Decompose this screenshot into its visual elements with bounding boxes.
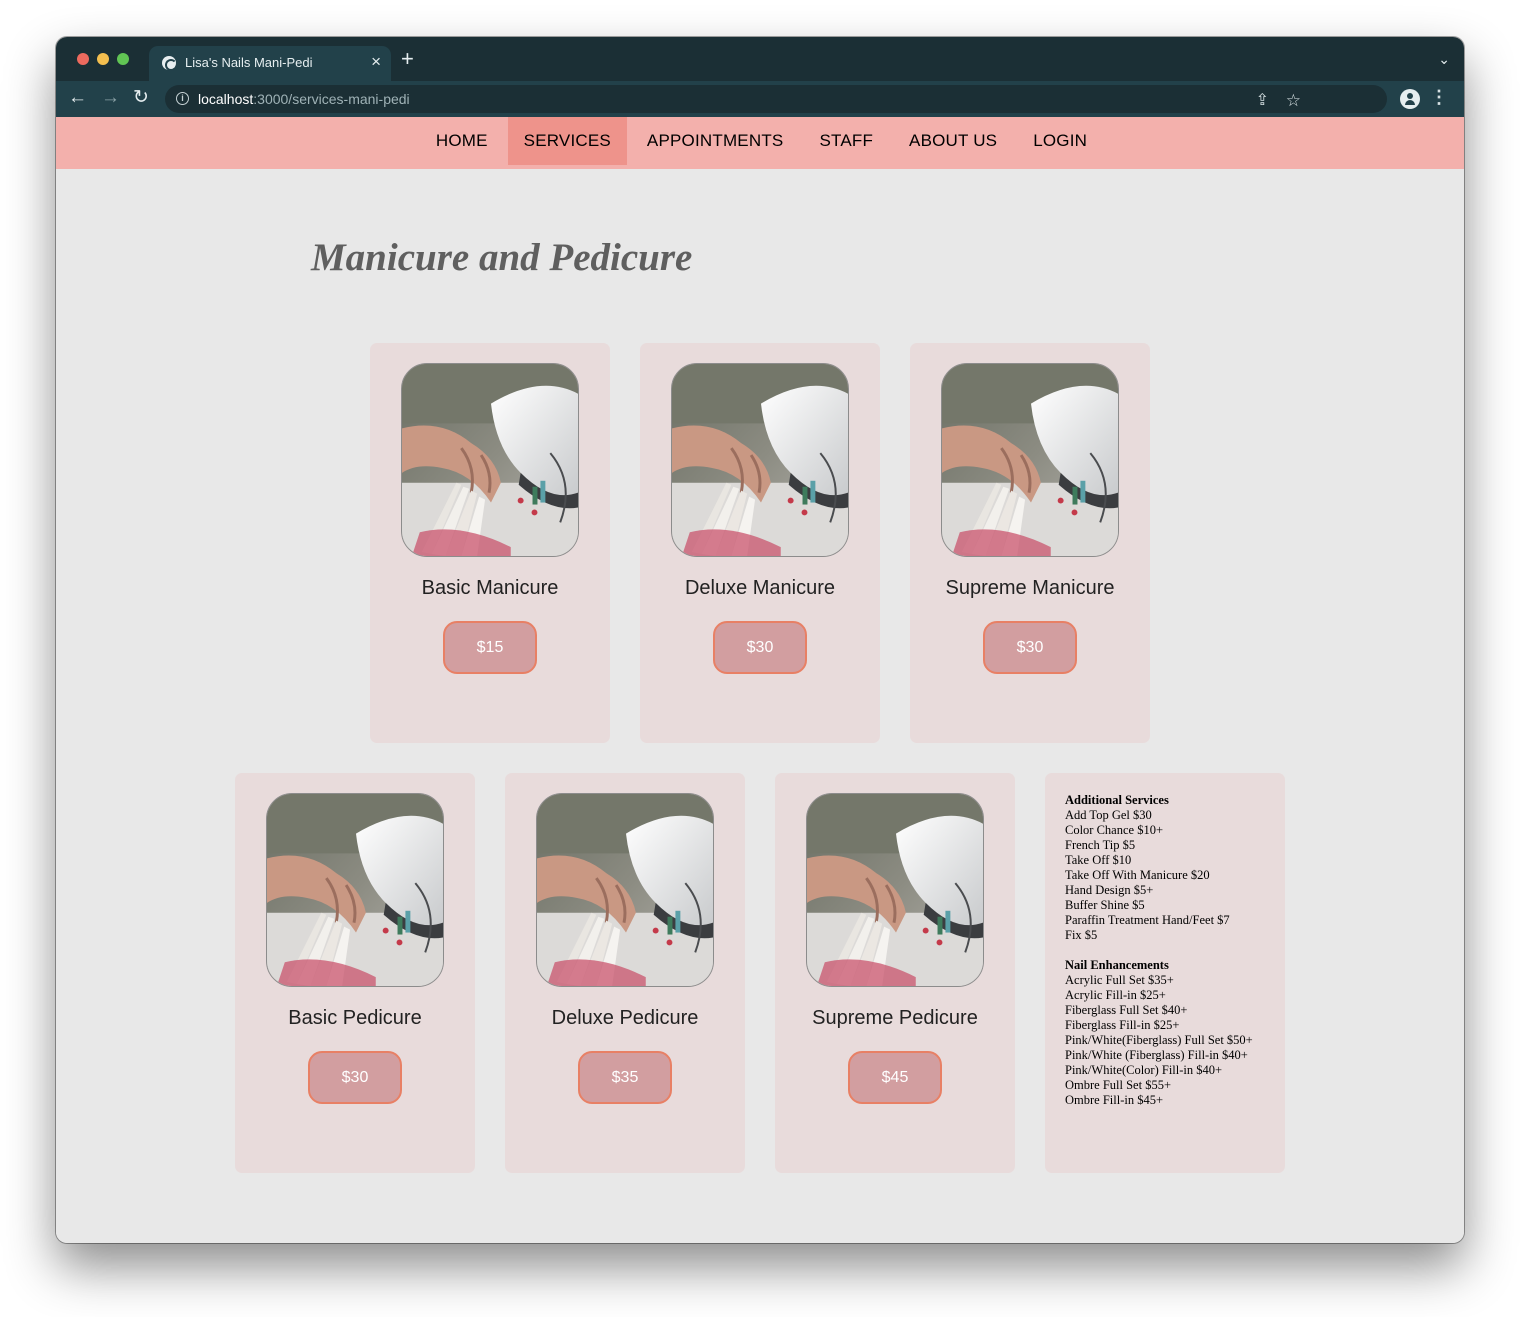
service-photo [401, 363, 579, 557]
nav-staff[interactable]: STAFF [803, 117, 889, 165]
maximize-window-button[interactable] [117, 53, 129, 65]
service-photo [806, 793, 984, 987]
price-button[interactable]: $30 [983, 621, 1077, 674]
price-list-item: Fiberglass Full Set $40+ [1065, 1003, 1188, 1017]
price-list-item: French Tip $5 [1065, 838, 1136, 852]
price-list-item: Take Off With Manicure $20 [1065, 868, 1210, 882]
price-button[interactable]: $35 [578, 1051, 672, 1104]
price-list-item: Pink/White(Fiberglass) Full Set $50+ [1065, 1033, 1253, 1047]
price-list-item: Take Off $10 [1065, 853, 1132, 867]
price-list-item: Acrylic Full Set $35+ [1065, 973, 1174, 987]
browser-window: Lisa's Nails Mani-Pedi × + ⌄ ← → ↻ i loc… [56, 37, 1464, 1243]
nail-enhancements-heading: Nail Enhancements [1065, 958, 1169, 972]
address-bar[interactable]: i localhost:3000/services-mani-pedi ⇪ ☆ [165, 85, 1387, 113]
profile-icon[interactable] [1400, 89, 1420, 109]
reload-icon[interactable]: ↻ [133, 87, 149, 109]
service-card: Supreme Pedicure $45 [775, 773, 1015, 1173]
price-list-item: Buffer Shine $5 [1065, 898, 1145, 912]
url-text[interactable]: localhost:3000/services-mani-pedi [198, 91, 410, 107]
price-button[interactable]: $30 [308, 1051, 402, 1104]
service-name: Deluxe Pedicure [551, 1007, 699, 1029]
nail-salon-photo [537, 794, 713, 986]
service-photo [266, 793, 444, 987]
minimize-window-button[interactable] [97, 53, 109, 65]
price-list-item: Pink/White(Color) Fill-in $40+ [1065, 1063, 1223, 1077]
service-card: Deluxe Pedicure $35 [505, 773, 745, 1173]
price-list-item: Fix $5 [1065, 928, 1098, 942]
page-content: HOME SERVICES APPOINTMENTS STAFF ABOUT US LOG… [56, 117, 1464, 1243]
share-icon[interactable]: ⇪ [1256, 92, 1269, 110]
service-photo [941, 363, 1119, 557]
service-card: Basic Pedicure $30 [235, 773, 475, 1173]
price-list-item: Hand Design $5+ [1065, 883, 1154, 897]
price-list-item: Ombre Fill-in $45+ [1065, 1093, 1164, 1107]
more-menu-icon[interactable]: ⋮ [1430, 88, 1448, 106]
globe-icon [162, 56, 177, 71]
nav-about-us[interactable]: ABOUT US [893, 117, 1013, 165]
nav-login[interactable]: LOGIN [1017, 117, 1103, 165]
service-name: Basic Manicure [421, 577, 559, 599]
nail-salon-photo [672, 364, 848, 556]
nail-salon-photo [267, 794, 443, 986]
price-button[interactable]: $15 [443, 621, 537, 674]
site-nav: HOME SERVICES APPOINTMENTS STAFF ABOUT US LOG… [56, 117, 1464, 169]
additional-services-heading: Additional Services [1065, 793, 1169, 807]
service-name: Supreme Pedicure [812, 1007, 978, 1029]
tab-strip: Lisa's Nails Mani-Pedi × + ⌄ [56, 37, 1464, 81]
price-list-item: Fiberglass Fill-in $25+ [1065, 1018, 1180, 1032]
service-card: Supreme Manicure $30 [910, 343, 1150, 743]
nail-salon-photo [402, 364, 578, 556]
service-photo [536, 793, 714, 987]
close-icon[interactable]: × [371, 52, 381, 72]
nail-salon-photo [942, 364, 1118, 556]
new-tab-icon[interactable]: + [401, 48, 414, 70]
nav-home[interactable]: HOME [420, 117, 504, 165]
browser-tab[interactable]: Lisa's Nails Mani-Pedi × [149, 46, 391, 81]
nail-salon-photo [807, 794, 983, 986]
service-card: Deluxe Manicure $30 [640, 343, 880, 743]
price-button[interactable]: $45 [848, 1051, 942, 1104]
price-list-item: Ombre Full Set $55+ [1065, 1078, 1172, 1092]
nav-appointments[interactable]: APPOINTMENTS [631, 117, 800, 165]
service-name: Supreme Manicure [945, 577, 1115, 599]
forward-arrow-icon[interactable]: → [101, 87, 120, 109]
price-list-item: Add Top Gel $30 [1065, 808, 1152, 822]
price-list-item: Paraffin Treatment Hand/Feet $7 [1065, 913, 1230, 927]
price-list-item: Acrylic Fill-in $25+ [1065, 988, 1166, 1002]
tab-title: Lisa's Nails Mani-Pedi [185, 55, 313, 70]
close-window-button[interactable] [77, 53, 89, 65]
page-title: Manicure and Pedicure [311, 236, 693, 279]
browser-toolbar: ← → ↻ i localhost:3000/services-mani-ped… [56, 81, 1464, 117]
price-list-item: Pink/White (Fiberglass) Fill-in $40+ [1065, 1048, 1248, 1062]
price-button[interactable]: $30 [713, 621, 807, 674]
nav-services[interactable]: SERVICES [507, 117, 627, 165]
info-icon[interactable]: i [176, 92, 189, 105]
back-arrow-icon[interactable]: ← [68, 87, 87, 109]
service-name: Basic Pedicure [288, 1007, 422, 1029]
chevron-down-icon[interactable]: ⌄ [1438, 51, 1450, 68]
service-card: Basic Manicure $15 [370, 343, 610, 743]
price-list-item: Color Chance $10+ [1065, 823, 1164, 837]
star-icon[interactable]: ☆ [1286, 92, 1301, 110]
service-name: Deluxe Manicure [684, 577, 836, 599]
additional-services-panel: Additional Services Add Top Gel $30 Color… [1045, 773, 1285, 1173]
service-photo [671, 363, 849, 557]
